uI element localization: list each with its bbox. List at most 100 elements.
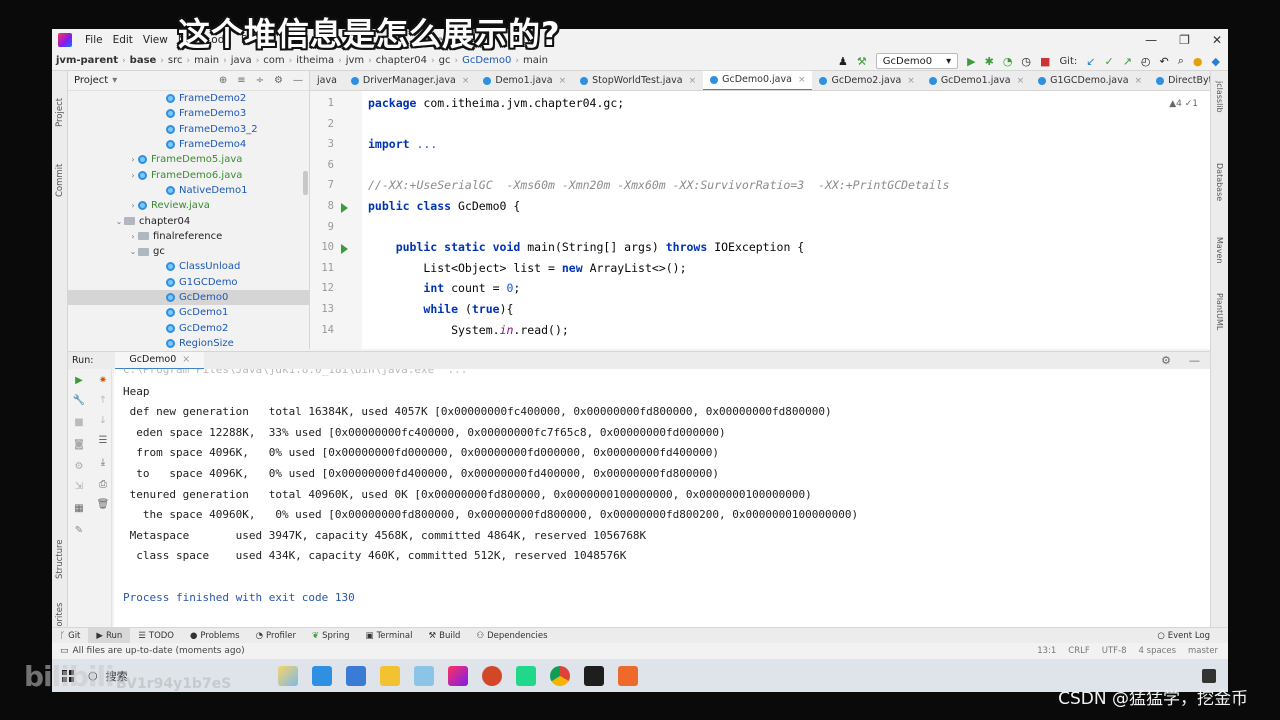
collapse-icon[interactable]: ≡ <box>237 75 245 86</box>
run-tab[interactable]: GcDemo0 × <box>115 351 205 370</box>
editor-tab[interactable]: StopWorldTest.java × <box>573 71 703 90</box>
event-log-button[interactable]: ○ Event Log <box>1149 628 1218 644</box>
scroll-to-end-icon[interactable]: ⤓ <box>96 457 110 468</box>
hide-icon[interactable]: — <box>293 75 303 86</box>
editor-tab[interactable]: java <box>310 71 344 90</box>
close-icon[interactable]: × <box>462 76 470 86</box>
code-editor[interactable]: ▲4 ✓1 package com.itheima.jvm.chapter04.… <box>362 91 1210 349</box>
close-icon[interactable]: ✕ <box>1212 33 1222 47</box>
breadcrumb-item[interactable]: jvm <box>342 55 368 66</box>
database-tool-button[interactable]: Database <box>1215 163 1224 201</box>
tree-scrollbar[interactable] <box>303 171 308 195</box>
notification-icon[interactable] <box>1202 668 1216 683</box>
project-tool-button[interactable]: Project <box>55 98 65 127</box>
indent-setting[interactable]: 4 spaces <box>1139 646 1176 656</box>
todo-tool-button[interactable]: ☰ TODO <box>130 628 182 644</box>
tree-item[interactable]: FrameDemo2 <box>68 91 309 106</box>
maximize-icon[interactable]: ❐ <box>1179 33 1190 47</box>
layout-icon[interactable]: ▦ <box>72 503 86 514</box>
soft-wrap-icon[interactable]: ☰ <box>96 435 110 446</box>
editor-tab[interactable]: GcDemo1.java × <box>922 71 1031 90</box>
close-icon[interactable]: × <box>182 354 190 365</box>
update-icon[interactable]: ● <box>1193 55 1203 68</box>
settings-icon[interactable]: ◆ <box>1212 55 1220 68</box>
stop-icon[interactable]: ■ <box>72 417 86 428</box>
tree-item[interactable]: › Review.java <box>68 198 309 213</box>
build-tool-button[interactable]: ⚒ Build <box>420 628 468 644</box>
line-separator[interactable]: CRLF <box>1068 646 1089 656</box>
close-icon[interactable]: × <box>689 76 697 86</box>
editor-tab[interactable]: GcDemo2.java × <box>812 71 921 90</box>
menu-edit[interactable]: Edit <box>108 34 138 46</box>
git-commit-icon[interactable]: ✓ <box>1104 55 1113 68</box>
spring-tool-button[interactable]: ❦ Spring <box>304 628 358 644</box>
chevron-right-icon[interactable]: › <box>128 171 138 180</box>
history-icon[interactable]: ◴ <box>1141 55 1151 68</box>
run-tool-button[interactable]: ▶ Run <box>88 627 131 644</box>
maven-tool-button[interactable]: Maven <box>1215 237 1224 264</box>
wrench-icon[interactable]: 🔧 <box>72 395 86 406</box>
structure-tool-button[interactable]: Structure <box>55 539 65 579</box>
tree-item[interactable]: G1GCDemo <box>68 275 309 290</box>
project-view-title[interactable]: Project <box>74 75 108 86</box>
editor-tab[interactable]: DriverManager.java × <box>344 71 476 90</box>
tree-item[interactable]: FrameDemo4 <box>68 137 309 152</box>
tree-item[interactable]: › finalreference <box>68 229 309 244</box>
restart-icon[interactable]: ✷ <box>96 375 110 386</box>
capture-app-icon[interactable] <box>618 665 638 686</box>
menu-view[interactable]: View <box>138 34 173 46</box>
camera-icon[interactable]: ◙ <box>72 439 86 450</box>
breadcrumb-item[interactable]: com <box>259 55 288 66</box>
pin-icon[interactable]: ✎ <box>72 525 86 536</box>
build-hammer-icon[interactable]: ⚒ <box>857 55 867 68</box>
commit-tool-button[interactable]: Commit <box>55 164 65 197</box>
chevron-right-icon[interactable]: › <box>128 232 138 241</box>
powerpoint-app-icon[interactable] <box>482 665 502 686</box>
run-gutter-icon[interactable] <box>341 203 348 213</box>
hide-icon[interactable]: — <box>1189 354 1200 367</box>
chevron-down-icon[interactable]: ▾ <box>112 75 117 86</box>
tree-item[interactable]: RegionSize <box>68 336 309 349</box>
tree-item[interactable]: › FrameDemo6.java <box>68 167 309 182</box>
tree-item[interactable]: ⌄ gc <box>68 244 309 259</box>
gear-icon[interactable]: ⚙ <box>1161 354 1171 367</box>
terminal-tool-button[interactable]: ▣ Terminal <box>358 628 421 644</box>
chevron-right-icon[interactable]: › <box>128 155 138 164</box>
explorer-app-icon[interactable] <box>380 665 400 686</box>
close-icon[interactable]: × <box>907 76 915 86</box>
rollback-icon[interactable]: ↶ <box>1160 55 1169 68</box>
trash-icon[interactable]: 🗑 <box>96 499 110 510</box>
stop-icon[interactable]: ■ <box>1040 55 1050 68</box>
breadcrumb-item[interactable]: gc <box>435 55 455 66</box>
terminal-app-icon[interactable] <box>584 665 604 686</box>
notes-app-icon[interactable] <box>414 665 434 686</box>
git-update-icon[interactable]: ↙ <box>1086 55 1095 68</box>
down-arrow-icon[interactable]: ↓ <box>96 415 110 426</box>
chevron-down-icon[interactable]: ⌄ <box>114 217 124 226</box>
file-encoding[interactable]: UTF-8 <box>1102 646 1127 656</box>
edit-app-icon[interactable] <box>346 665 366 686</box>
editor-tab[interactable]: Demo1.java × <box>476 71 573 90</box>
tree-item[interactable]: › FrameDemo5.java <box>68 152 309 167</box>
run-config-select[interactable]: GcDemo0 ▾ <box>875 53 959 69</box>
chrome-app-icon[interactable] <box>550 665 570 686</box>
menu-file[interactable]: File <box>80 34 108 46</box>
git-push-icon[interactable]: ↗ <box>1123 55 1132 68</box>
problems-tool-button[interactable]: ● Problems <box>182 628 248 644</box>
tree-item[interactable]: GcDemo1 <box>68 305 309 320</box>
console-output[interactable]: C:\Program Files\Java\jdk1.8.0_181\bin\j… <box>114 369 1210 627</box>
inspection-widget[interactable]: ▲4 ✓1 <box>1169 99 1198 109</box>
caret-position[interactable]: 13:1 <box>1037 646 1056 656</box>
rerun-icon[interactable]: ▶ <box>72 375 86 386</box>
locate-icon[interactable]: ⊕ <box>219 75 227 86</box>
profiler-tool-button[interactable]: ◔ Profiler <box>248 628 304 644</box>
tree-item[interactable]: NativeDemo1 <box>68 183 309 198</box>
git-tool-button[interactable]: ᚴ Git <box>52 628 88 644</box>
breadcrumb-item[interactable]: itheima <box>292 55 338 66</box>
user-icon[interactable]: ♟ <box>838 55 848 68</box>
breadcrumb-item[interactable]: chapter04 <box>372 55 431 66</box>
breadcrumb-method[interactable]: main <box>519 55 552 66</box>
clion-app-icon[interactable] <box>516 665 536 686</box>
breadcrumb-item[interactable]: java <box>227 55 256 66</box>
minimize-icon[interactable]: — <box>1145 33 1157 47</box>
